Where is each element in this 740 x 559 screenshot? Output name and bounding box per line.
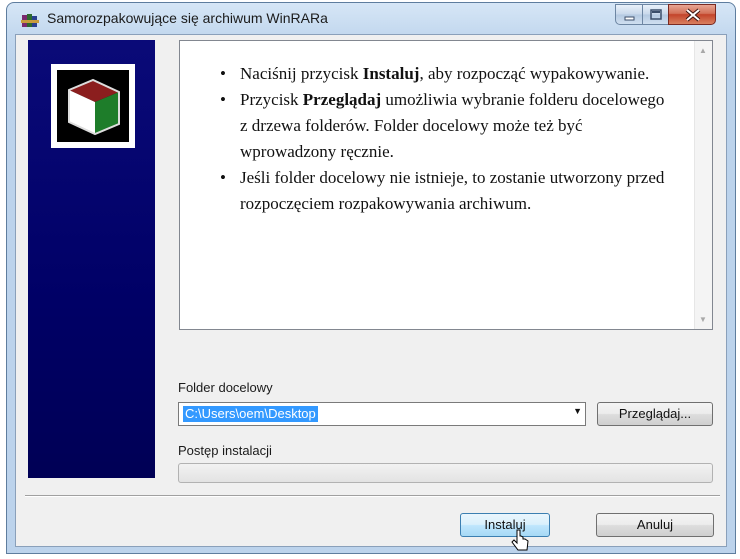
logo-frame — [51, 64, 135, 148]
scroll-up-icon[interactable]: ▲ — [699, 46, 707, 55]
destination-combobox[interactable]: C:\Users\oem\Desktop ▼ — [178, 402, 586, 426]
install-progress-bar — [178, 463, 713, 483]
maximize-icon — [650, 9, 662, 20]
maximize-button[interactable] — [642, 4, 669, 25]
browse-button[interactable]: Przeglądaj... — [597, 402, 713, 426]
mouse-pointer-icon — [511, 529, 529, 551]
winrar-books-icon — [21, 14, 39, 27]
minimize-button[interactable] — [615, 4, 643, 25]
close-button[interactable] — [668, 4, 716, 25]
info-list: Naciśnij przycisk Instaluj, aby rozpoczą… — [220, 61, 676, 217]
scroll-down-icon[interactable]: ▼ — [699, 315, 707, 324]
progress-label: Postęp instalacji — [178, 443, 272, 458]
button-separator — [25, 495, 720, 497]
installer-window: Samorozpakowujące się archiwum WinRARa •… — [6, 2, 736, 554]
destination-value[interactable]: C:\Users\oem\Desktop — [183, 406, 318, 422]
close-icon — [685, 8, 701, 22]
info-item-install: Naciśnij przycisk Instaluj, aby rozpoczą… — [220, 61, 676, 87]
info-scrollbar[interactable]: ▲ ▼ — [694, 41, 712, 329]
chevron-down-icon[interactable]: ▼ — [573, 406, 582, 416]
winrar-box-logo — [68, 78, 120, 136]
window-title: Samorozpakowujące się archiwum WinRARa — [47, 10, 328, 26]
info-item-create-folder: Jeśli folder docelowy nie istnieje, to z… — [220, 165, 676, 217]
cancel-button[interactable]: Anuluj — [596, 513, 714, 537]
title-bar[interactable]: Samorozpakowujące się archiwum WinRARa — [7, 3, 735, 33]
minimize-icon — [624, 16, 635, 21]
install-button[interactable]: Instaluj — [460, 513, 550, 537]
info-textbox[interactable]: Naciśnij przycisk Instaluj, aby rozpoczą… — [179, 40, 713, 330]
destination-label: Folder docelowy — [178, 380, 273, 395]
info-item-browse: Przycisk Przeglądaj umożliwia wybranie f… — [220, 87, 676, 165]
side-banner — [28, 40, 155, 478]
